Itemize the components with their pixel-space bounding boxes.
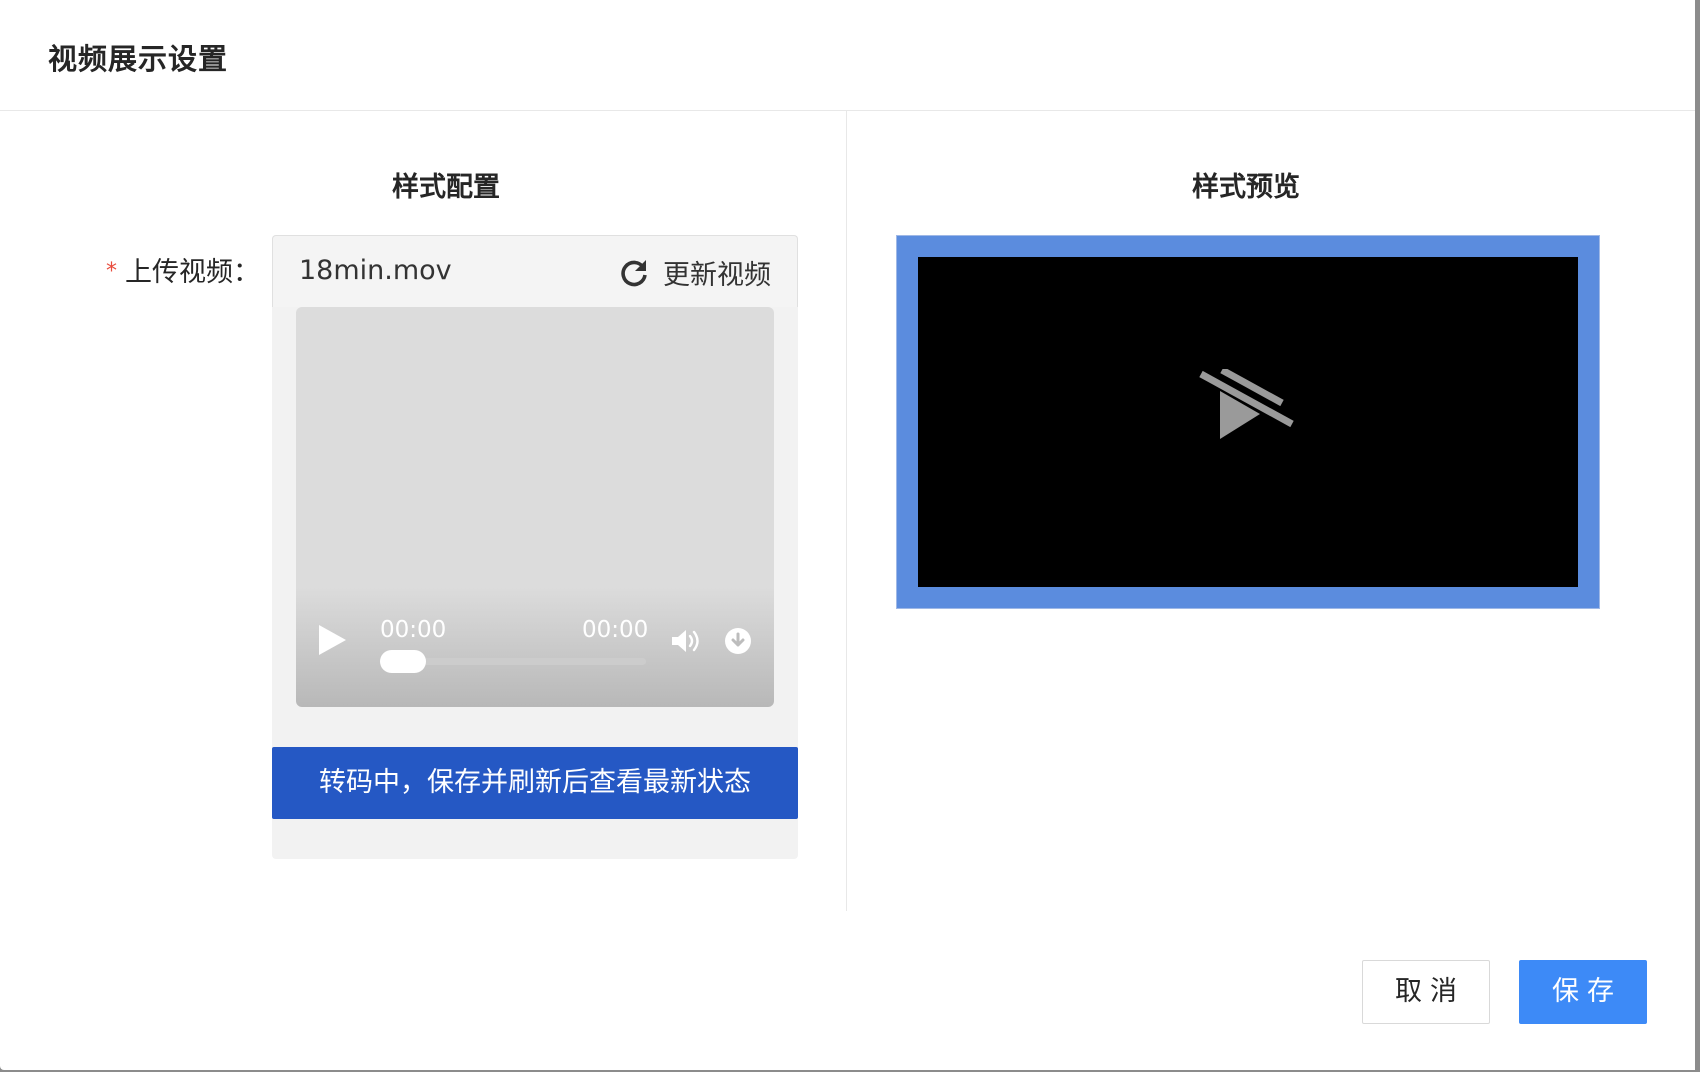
video-display-settings-dialog: 视频展示设置 样式配置 * 上传视频： 18min.mov 更新视频 00:00 … (0, 0, 1695, 1070)
refresh-icon (621, 259, 647, 286)
dialog-header: 视频展示设置 (0, 0, 1695, 111)
file-row: 18min.mov 更新视频 (272, 235, 798, 307)
update-video-button[interactable]: 更新视频 (619, 253, 771, 292)
current-time: 00:00 (380, 617, 447, 643)
video-unavailable-icon (1199, 369, 1294, 439)
volume-icon[interactable] (670, 627, 704, 655)
upload-video-label-text: 上传视频： (125, 257, 260, 288)
file-name: 18min.mov (299, 255, 452, 286)
dialog-title: 视频展示设置 (48, 42, 229, 76)
required-mark: * (106, 259, 117, 284)
video-player[interactable]: 00:00 00:00 (296, 307, 774, 707)
upload-card: 18min.mov 更新视频 00:00 00:00 转码中，保存并刷新后查看最… (272, 235, 798, 859)
play-icon[interactable] (316, 623, 348, 657)
column-divider (846, 111, 847, 911)
progress-thumb[interactable] (380, 650, 426, 673)
preview-frame (896, 235, 1600, 609)
style-preview-title: 样式预览 (1192, 172, 1300, 203)
save-button[interactable]: 保存 (1519, 960, 1647, 1024)
preview-video (918, 257, 1578, 587)
download-icon[interactable] (724, 627, 752, 655)
duration-time: 00:00 (582, 617, 649, 643)
cancel-button[interactable]: 取消 (1362, 960, 1490, 1024)
update-video-label: 更新视频 (663, 260, 771, 291)
transcoding-status: 转码中，保存并刷新后查看最新状态 (272, 747, 798, 819)
upload-video-label: * 上传视频： (106, 250, 260, 289)
style-config-title: 样式配置 (392, 172, 500, 203)
